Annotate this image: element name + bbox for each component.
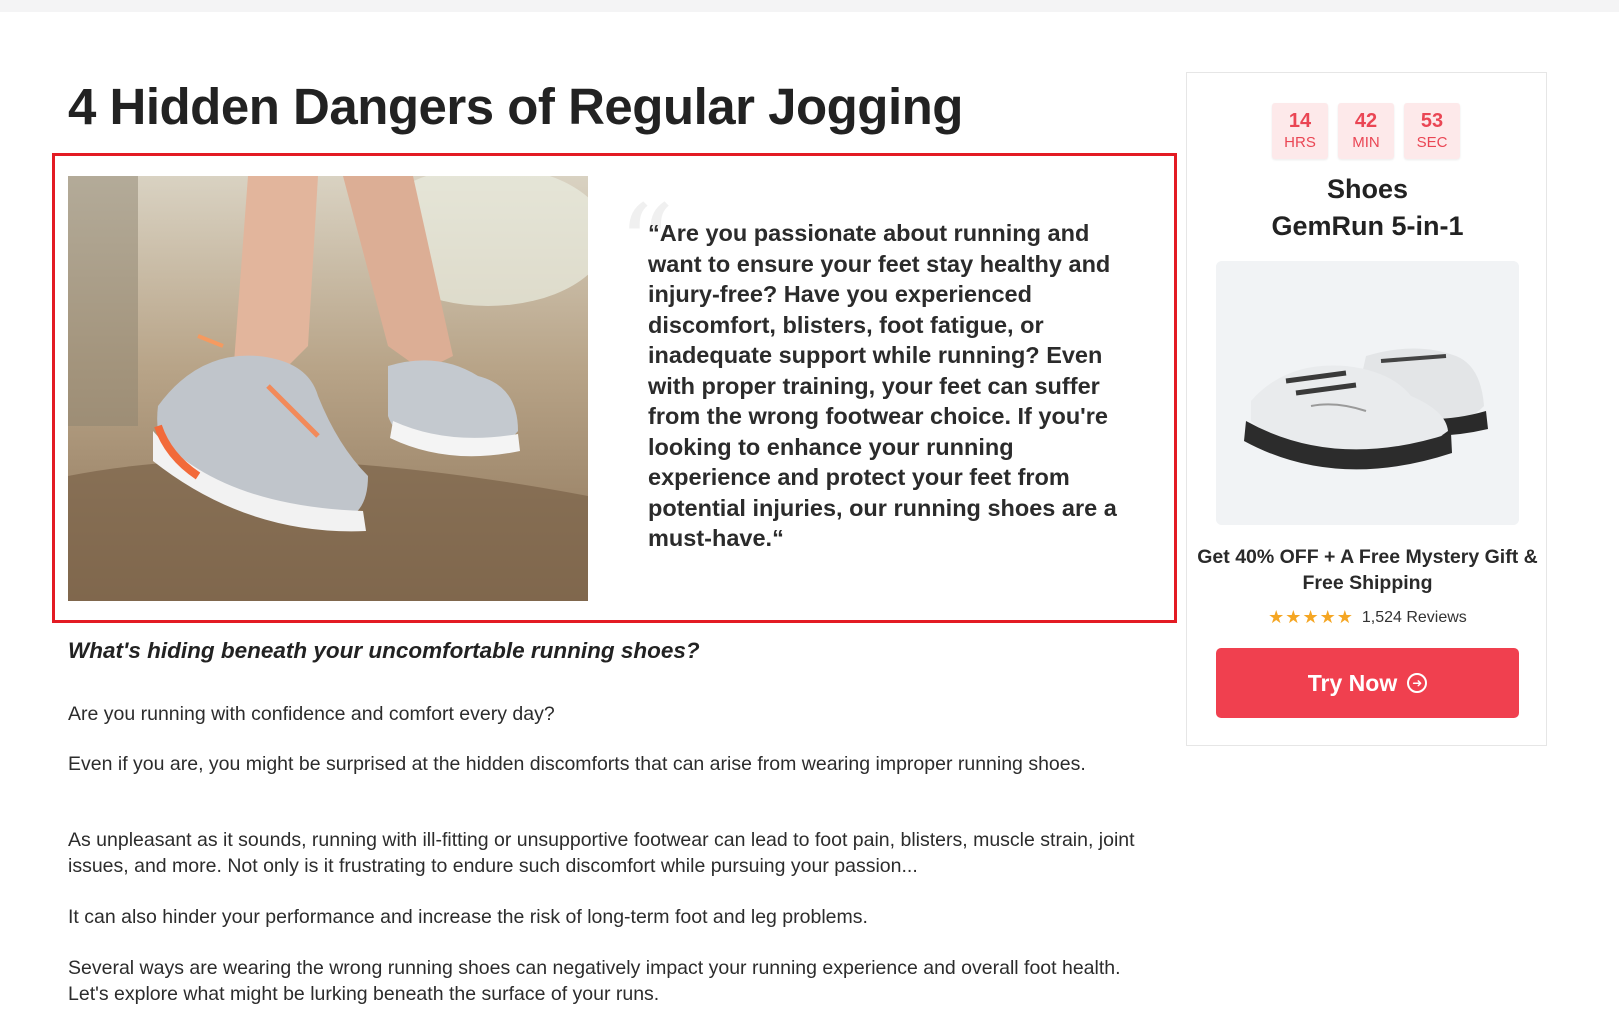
paragraph: It can also hinder your performance and … (68, 906, 868, 928)
hero-image-running-shoes (68, 176, 588, 601)
try-now-button[interactable]: Try Now ➜ (1216, 648, 1519, 718)
hero-quote: “Are you passionate about running and wa… (648, 220, 1117, 551)
timer-seconds: 53 SEC (1404, 103, 1460, 159)
star-rating-icon: ★★★★★ (1268, 607, 1354, 627)
timer-hours-label: HRS (1284, 134, 1316, 151)
page-title: 4 Hidden Dangers of Regular Jogging (68, 78, 963, 135)
product-sidebar: 14 HRS 42 MIN 53 SEC Shoes GemRun 5-in-1 (1186, 72, 1547, 746)
product-name: Shoes GemRun 5-in-1 (1187, 171, 1548, 245)
review-count[interactable]: 1,524 Reviews (1362, 609, 1467, 627)
timer-hours-value: 14 (1288, 110, 1312, 132)
offer-text: Get 40% OFF + A Free Mystery Gift & Free… (1197, 546, 1538, 594)
try-now-label: Try Now (1307, 669, 1398, 696)
product-name-line2: GemRun 5-in-1 (1271, 211, 1464, 241)
browser-top-strip (0, 0, 1619, 12)
timer-minutes-label: MIN (1352, 134, 1380, 151)
paragraph: As unpleasant as it sounds, running with… (68, 829, 1135, 877)
product-image-shoes[interactable] (1216, 261, 1519, 525)
article-header: 4 Hidden Dangers of Regular Jogging (68, 72, 1178, 142)
section-subheading: What's hiding beneath your uncomfortable… (68, 638, 700, 663)
arrow-circle-icon: ➜ (1407, 673, 1428, 693)
rating-row: ★★★★★ 1,524 Reviews (1187, 607, 1548, 628)
timer-hours: 14 HRS (1272, 103, 1328, 159)
product-name-line1: Shoes (1326, 174, 1409, 204)
timer-minutes-value: 42 (1354, 110, 1378, 132)
paragraph: Several ways are wearing the wrong runni… (68, 957, 1121, 1005)
timer-seconds-label: SEC (1416, 134, 1448, 151)
countdown-timer: 14 HRS 42 MIN 53 SEC (1272, 103, 1460, 159)
timer-minutes: 42 MIN (1338, 103, 1394, 159)
paragraph: Are you running with confidence and comf… (68, 703, 555, 725)
paragraph: Even if you are, you might be surprised … (68, 753, 1086, 775)
timer-seconds-value: 53 (1420, 110, 1444, 132)
